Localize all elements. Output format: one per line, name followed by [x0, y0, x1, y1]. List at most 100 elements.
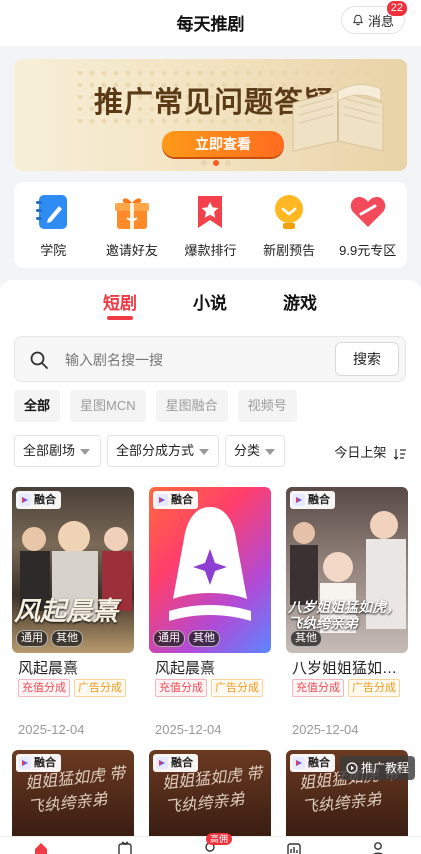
revenue-tag: 广告分成 [74, 679, 126, 697]
revenue-tags: 充值分成 广告分成 [18, 679, 126, 697]
poster-tag: 通用 [16, 630, 48, 647]
open-book-icon [292, 84, 384, 152]
quick-item-invite[interactable]: 邀请好友 [93, 182, 172, 268]
release-date: 2025-12-04 [292, 722, 359, 737]
pager-dot[interactable] [201, 160, 207, 166]
revenue-tags: 充值分成 广告分成 [292, 679, 400, 697]
chevron-down-icon [265, 448, 276, 455]
chip-xingtu-fusion[interactable]: 星图融合 [155, 390, 228, 422]
banner-view-button[interactable]: 立即查看 [162, 131, 284, 157]
drama-title[interactable]: 风起晨熹 [18, 657, 134, 678]
revenue-tag: 广告分成 [348, 679, 400, 697]
drama-title[interactable]: 风起晨熹 [155, 657, 271, 678]
drama-poster[interactable]: 融合 通用 其他 [149, 487, 271, 653]
share-mode-dropdown-label: 全部分成方式 [116, 443, 195, 458]
drama-poster[interactable]: 融合 八岁姐姐猛如虎，飞纨绔亲弟 其他 [286, 487, 408, 653]
fusion-badge-label: 融合 [171, 757, 193, 769]
fusion-badge: 融合 [290, 491, 335, 509]
source-chips: 全部 星图MCN 星图融合 视频号 [14, 390, 297, 422]
sort-icon [394, 448, 406, 460]
tab-novel[interactable]: 小说 [193, 289, 227, 314]
fusion-badge: 融合 [153, 754, 198, 772]
poster-title-art: 风起晨熹 [14, 596, 119, 626]
douyin-logo-icon [156, 757, 168, 769]
fusion-badge-label: 融合 [308, 757, 330, 769]
drama-card[interactable]: 融合 通用 其他 风起晨熹 充值分成 广告分成 2025-12-04 [149, 487, 271, 743]
fusion-badge: 融合 [153, 491, 198, 509]
sort-label: 今日上架 [334, 445, 387, 460]
promo-tutorial-button[interactable]: 推广教程 [339, 756, 415, 780]
banner-pager [201, 160, 231, 166]
drama-card[interactable]: 融合 八岁姐姐猛如虎，飞纨绔亲弟 其他 八岁姐姐猛如虎，飞纨绔亲弟 充值分成广告… [286, 487, 408, 743]
tab-short-drama[interactable]: 短剧 [103, 289, 137, 314]
fusion-badge-label: 融合 [171, 494, 193, 506]
profile-nav-icon[interactable] [370, 841, 386, 854]
bell-icon [352, 14, 364, 26]
search-input[interactable]: 输入剧名搜一搜 [65, 350, 163, 370]
home-icon[interactable] [33, 841, 49, 854]
poster-tags: 通用 其他 [16, 630, 83, 647]
revenue-tag: 广告分成 [211, 679, 263, 697]
quick-label: 9.9元专区 [339, 243, 397, 258]
data-nav-icon[interactable] [286, 841, 302, 854]
drama-title[interactable]: 八岁姐姐猛如虎，飞纨绔亲弟 [292, 657, 408, 678]
revenue-tag: 充值分成 [18, 679, 70, 697]
chip-video-account[interactable]: 视频号 [237, 390, 297, 422]
search-button[interactable]: 搜索 [335, 342, 399, 376]
drama-nav-icon[interactable] [117, 841, 133, 854]
category-dropdown[interactable]: 分类 [225, 435, 285, 467]
poster-tags: 通用 其他 [153, 630, 220, 647]
top-header: 每天推剧 消息 22 [0, 0, 421, 46]
quick-item-99-zone[interactable]: 9.9元专区 [328, 182, 407, 268]
theater-dropdown[interactable]: 全部剧场 [14, 435, 101, 467]
poster-tag: 其他 [290, 630, 322, 647]
theater-dropdown-label: 全部剧场 [23, 443, 76, 458]
notebook-icon [36, 195, 68, 229]
poster-title-art: 八岁姐姐猛如虎，飞纨绔亲弟 [288, 599, 400, 631]
quick-label: 邀请好友 [105, 243, 158, 258]
filter-bar: 全部剧场 全部分成方式 分类 今日上架 [14, 435, 406, 467]
drama-card[interactable]: 融合 风起晨熹 通用 其他 风起晨熹 充值分成 广告分成 2025-12-04 [12, 487, 134, 743]
douyin-logo-icon [293, 494, 305, 506]
fusion-badge-label: 融合 [308, 494, 330, 506]
douyin-logo-icon [19, 757, 31, 769]
quick-item-preview[interactable]: 新剧预告 [250, 182, 329, 268]
promo-tutorial-label: 推广教程 [360, 761, 409, 775]
tab-game[interactable]: 游戏 [283, 289, 317, 314]
chip-all[interactable]: 全部 [14, 390, 61, 422]
drama-poster[interactable]: 姐姐猛如虎 带飞纨绔亲弟 融合 [12, 750, 134, 836]
search-box[interactable]: 输入剧名搜一搜 搜索 [14, 336, 406, 382]
promo-banner[interactable]: 推广常见问题答疑 立即查看 [14, 59, 407, 171]
pager-dot[interactable] [225, 160, 231, 166]
bulb-icon [275, 195, 304, 229]
fusion-badge: 融合 [16, 754, 61, 772]
high-commission-badge: 高佣 [206, 833, 233, 845]
share-mode-dropdown[interactable]: 全部分成方式 [107, 435, 219, 467]
drama-poster[interactable]: 融合 风起晨熹 通用 其他 [12, 487, 134, 653]
chip-xingtu-mcn[interactable]: 星图MCN [70, 390, 146, 422]
poster-tag: 其他 [51, 630, 83, 647]
sort-toggle[interactable]: 今日上架 [334, 442, 406, 461]
quick-item-academy[interactable]: 学院 [14, 182, 93, 268]
douyin-logo-icon [293, 757, 305, 769]
douyin-logo-icon [156, 494, 168, 506]
quick-item-ranking[interactable]: 爆款排行 [171, 182, 250, 268]
category-tabs: 短剧 小说 游戏 [0, 280, 421, 330]
content-panel: 短剧 小说 游戏 输入剧名搜一搜 搜索 全部 星图MCN 星图融合 视频号 全部… [0, 280, 421, 854]
release-date: 2025-12-04 [18, 722, 85, 737]
message-count-badge: 22 [385, 0, 408, 17]
poster-figures [20, 521, 132, 621]
chevron-down-icon [199, 448, 210, 455]
revenue-tag: 充值分成 [155, 679, 207, 697]
ranking-icon [198, 196, 223, 228]
poster-tag: 其他 [188, 630, 220, 647]
heart-tag-icon [350, 197, 385, 227]
category-dropdown-label: 分类 [234, 443, 261, 458]
pager-dot-active[interactable] [213, 160, 219, 166]
chevron-down-icon [80, 448, 91, 455]
poster-tag: 通用 [153, 630, 185, 647]
messages-button[interactable]: 消息 22 [340, 0, 408, 34]
gift-icon [114, 198, 149, 229]
drama-poster[interactable]: 姐姐猛如虎 带飞纨绔亲弟 融合 [149, 750, 271, 836]
douyin-logo-icon [19, 494, 31, 506]
